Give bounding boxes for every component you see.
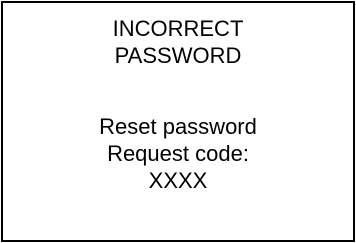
request-code-value: XXXX: [148, 168, 208, 193]
request-code-label: Request code:: [107, 141, 249, 166]
reset-password-label: Reset password: [99, 114, 257, 139]
error-title-line-1: INCORRECT: [112, 16, 244, 41]
error-title-line-2: PASSWORD: [114, 43, 242, 68]
display-screen: INCORRECT PASSWORD Reset password Reques…: [1, 1, 355, 242]
